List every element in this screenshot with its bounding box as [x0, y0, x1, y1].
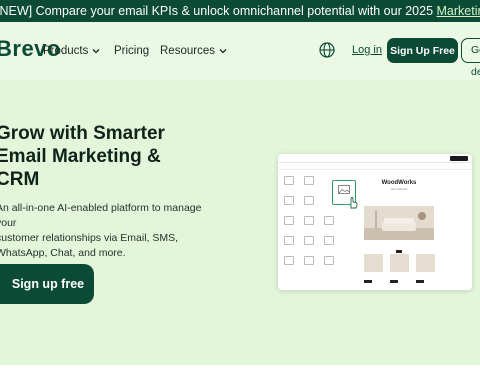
- palette-tile: [324, 256, 334, 265]
- hero-signup-button[interactable]: Sign up free: [0, 264, 94, 304]
- product-button: [416, 280, 424, 283]
- subtitle-line: customer relationships via Email, SMS,: [0, 232, 179, 244]
- dragged-image-block: [332, 180, 358, 209]
- palette-tile: [284, 216, 294, 225]
- palette-tile: [304, 256, 314, 265]
- palette-tile: [304, 176, 314, 185]
- mockup-toolbar: [278, 154, 472, 163]
- email-shop-button: [396, 250, 402, 253]
- subtitle-line: WhatsApp, Chat, and more.: [0, 247, 126, 259]
- palette-tile: [304, 196, 314, 205]
- hero-image: [364, 206, 434, 240]
- top-navigation: Brevo Products Pricing Resources Log in …: [0, 22, 480, 80]
- product-image: [364, 254, 383, 272]
- palette-tile: [324, 236, 334, 245]
- headline-line: Grow with Smarter: [0, 123, 165, 144]
- hero-subtitle: An all-in-one AI-enabled platform to man…: [0, 201, 206, 261]
- announcement-bar: [NEW] Compare your email KPIs & unlock o…: [0, 0, 480, 22]
- email-canvas: WoodWorks New collection: [358, 172, 440, 288]
- palette-tile: [284, 196, 294, 205]
- email-brand-title: WoodWorks: [381, 180, 417, 186]
- palette-tile: [324, 216, 334, 225]
- announcement-text: [NEW] Compare your email KPIs & unlock o…: [0, 0, 480, 22]
- email-tagline: New collection: [390, 188, 408, 191]
- chevron-down-icon: [92, 49, 100, 54]
- nav-pricing[interactable]: Pricing: [114, 45, 149, 57]
- editor-mockup: WoodWorks New collection: [278, 154, 472, 290]
- mockup-save-button: [450, 156, 468, 161]
- product-image: [390, 254, 409, 272]
- hero-section: Grow with Smarter Email Marketing & CRM …: [0, 80, 480, 365]
- get-demo-button[interactable]: Get a demo: [461, 38, 480, 78]
- headline-line: CRM: [0, 169, 40, 190]
- nav-resources-label: Resources: [160, 45, 215, 57]
- subtitle-line: An all-in-one AI-enabled platform to man…: [0, 202, 202, 229]
- product-button: [390, 280, 398, 283]
- chevron-down-icon: [219, 49, 227, 54]
- signup-button[interactable]: Sign Up Free: [387, 38, 458, 63]
- globe-icon[interactable]: [318, 41, 336, 59]
- headline-line: Email Marketing &: [0, 146, 161, 167]
- image-icon: [338, 185, 350, 194]
- palette-tile: [284, 176, 294, 185]
- mockup-tabs: [278, 163, 472, 170]
- nav-resources[interactable]: Resources: [160, 45, 228, 57]
- nav-products[interactable]: Products: [43, 45, 101, 57]
- room-illustration: [364, 206, 434, 240]
- nav-products-label: Products: [43, 45, 89, 57]
- page-bottom: [0, 365, 480, 384]
- announcement-link[interactable]: Marketing Benchmarks: [437, 4, 480, 18]
- login-link[interactable]: Log in: [352, 44, 382, 56]
- product-button: [364, 280, 372, 283]
- product-image: [416, 254, 435, 272]
- palette-tile: [304, 216, 314, 225]
- palette-tile: [284, 236, 294, 245]
- palette-tile: [284, 256, 294, 265]
- hero-headline: Grow with Smarter Email Marketing & CRM: [0, 122, 196, 191]
- nav-pricing-label: Pricing: [114, 45, 150, 57]
- palette-tile: [304, 236, 314, 245]
